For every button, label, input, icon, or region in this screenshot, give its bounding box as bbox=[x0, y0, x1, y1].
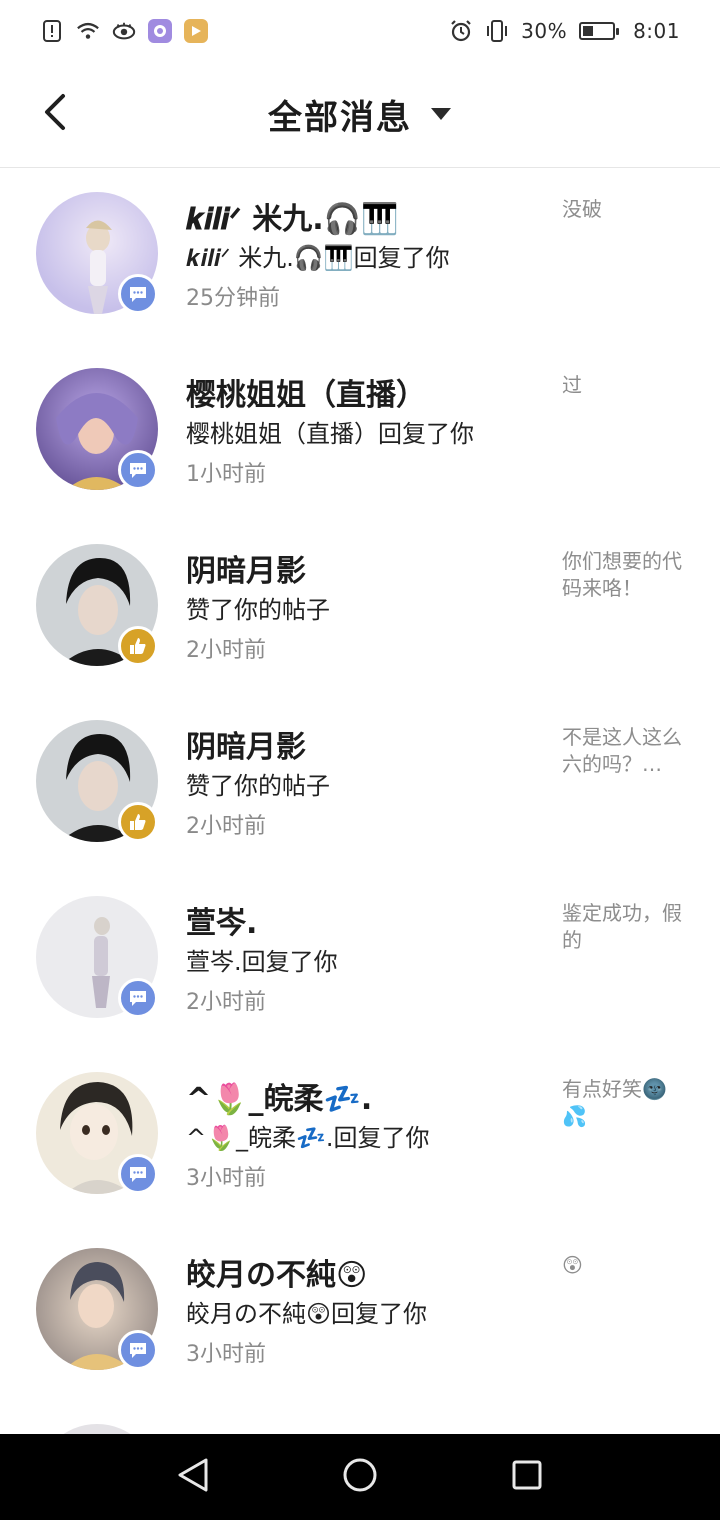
message-description: 樱桃姐姐（直播）回复了你 bbox=[186, 420, 474, 448]
message-list: 𝒌𝒊𝒍𝒊ᐟ 米九.🎧🎹 𝒌𝒊𝒍𝒊ᐟ 米九.🎧🎹回复了你 25分钟前 没破 樱桃姐… bbox=[0, 168, 720, 1520]
message-item[interactable]: 皎月の不純😲 皎月の不純😲回复了你 3小时前 😲 bbox=[0, 1224, 720, 1400]
caret-down-icon bbox=[430, 107, 452, 121]
message-time: 2小时前 bbox=[186, 990, 266, 1015]
reply-badge-icon bbox=[118, 1154, 158, 1194]
message-time: 25分钟前 bbox=[186, 286, 280, 311]
wifi-icon bbox=[76, 19, 100, 43]
message-description: 𝒌𝒊𝒍𝒊ᐟ 米九.🎧🎹回复了你 bbox=[186, 244, 450, 272]
message-description: ^🌷_皖柔💤.回复了你 bbox=[186, 1124, 430, 1152]
like-badge-icon bbox=[118, 802, 158, 842]
square-recents-icon bbox=[511, 1459, 543, 1495]
message-snippet: 没破 bbox=[562, 197, 602, 221]
app-notification-icon bbox=[148, 19, 172, 43]
message-description: 萱岑.回复了你 bbox=[186, 948, 338, 976]
page-title: 全部消息 bbox=[268, 97, 412, 138]
clock: 8:01 bbox=[633, 19, 680, 43]
triangle-back-icon bbox=[176, 1457, 210, 1497]
sender-name: ^🌷_皖柔💤. bbox=[186, 1082, 373, 1117]
message-time: 1小时前 bbox=[186, 462, 266, 487]
message-description: 赞了你的帖子 bbox=[186, 596, 330, 624]
message-item[interactable]: 樱桃姐姐（直播） 樱桃姐姐（直播）回复了你 1小时前 过 bbox=[0, 344, 720, 520]
message-snippet: 过 bbox=[562, 373, 582, 397]
sender-name: 萱岑. bbox=[186, 906, 258, 941]
message-snippet: 有点好笑🌚💦 bbox=[562, 1077, 667, 1128]
battery-icon bbox=[579, 22, 620, 40]
sender-name: 皎月の不純😲 bbox=[186, 1258, 368, 1293]
vibrate-icon bbox=[485, 19, 509, 43]
status-bar-left bbox=[40, 19, 208, 43]
message-time: 3小时前 bbox=[186, 1342, 266, 1367]
reply-badge-icon bbox=[118, 978, 158, 1018]
alarm-icon bbox=[449, 19, 473, 43]
message-time: 3小时前 bbox=[186, 1166, 266, 1191]
nav-home-button[interactable] bbox=[335, 1452, 385, 1502]
system-navigation-bar bbox=[0, 1434, 720, 1520]
message-item[interactable]: 𝒌𝒊𝒍𝒊ᐟ 米九.🎧🎹 𝒌𝒊𝒍𝒊ᐟ 米九.🎧🎹回复了你 25分钟前 没破 bbox=[0, 168, 720, 344]
message-snippet: 鉴定成功，假的 bbox=[562, 901, 682, 952]
status-bar-right: 30% 8:01 bbox=[449, 19, 680, 43]
circle-home-icon bbox=[342, 1457, 378, 1497]
message-filter-dropdown[interactable]: 全部消息 bbox=[0, 90, 720, 138]
app-notification-icon bbox=[184, 19, 208, 43]
message-snippet: 😲 bbox=[562, 1253, 583, 1277]
like-badge-icon bbox=[118, 626, 158, 666]
sender-name: 𝒌𝒊𝒍𝒊ᐟ 米九.🎧🎹 bbox=[186, 202, 399, 237]
sender-name: 阴暗月影 bbox=[186, 554, 306, 589]
alert-icon bbox=[40, 19, 64, 43]
eye-icon bbox=[112, 19, 136, 43]
message-description: 赞了你的帖子 bbox=[186, 772, 330, 800]
sender-name: 樱桃姐姐（直播） bbox=[186, 378, 426, 413]
message-snippet: 不是这人这么六的吗？… bbox=[562, 725, 682, 776]
message-time: 2小时前 bbox=[186, 814, 266, 839]
message-item[interactable]: 阴暗月影 赞了你的帖子 2小时前 你们想要的代码来咯！ bbox=[0, 520, 720, 696]
sender-name: 阴暗月影 bbox=[186, 730, 306, 765]
message-snippet: 你们想要的代码来咯！ bbox=[562, 549, 682, 600]
message-time: 2小时前 bbox=[186, 638, 266, 663]
message-item[interactable]: ^🌷_皖柔💤. ^🌷_皖柔💤.回复了你 3小时前 有点好笑🌚💦 bbox=[0, 1048, 720, 1224]
reply-badge-icon bbox=[118, 1330, 158, 1370]
nav-recents-button[interactable] bbox=[502, 1452, 552, 1502]
nav-back-button[interactable] bbox=[168, 1452, 218, 1502]
message-item[interactable]: 萱岑. 萱岑.回复了你 2小时前 鉴定成功，假的 bbox=[0, 872, 720, 1048]
reply-badge-icon bbox=[118, 274, 158, 314]
message-item[interactable]: 阴暗月影 赞了你的帖子 2小时前 不是这人这么六的吗？… bbox=[0, 696, 720, 872]
reply-badge-icon bbox=[118, 450, 158, 490]
message-description: 皎月の不純😲回复了你 bbox=[186, 1300, 428, 1328]
battery-percent: 30% bbox=[521, 19, 568, 43]
status-bar: 30% 8:01 bbox=[0, 0, 720, 62]
header: 全部消息 bbox=[0, 62, 720, 168]
